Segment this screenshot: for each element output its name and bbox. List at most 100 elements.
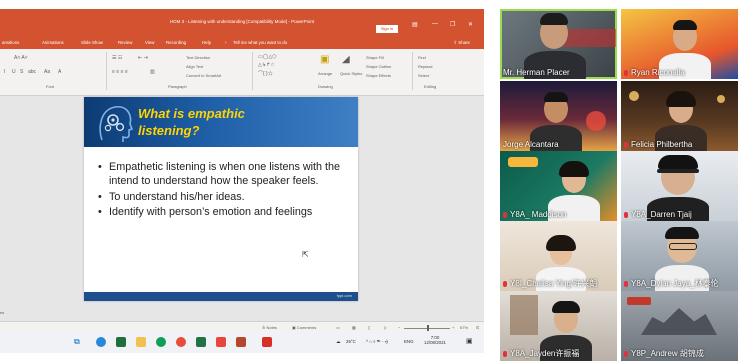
- arrange-icon[interactable]: ▣: [320, 54, 329, 65]
- tab-recording[interactable]: Recording: [166, 40, 186, 45]
- muted-mic-icon: [624, 350, 628, 357]
- slideshow-view-icon[interactable]: ▷: [384, 325, 387, 330]
- notes-button[interactable]: ≙ Notes: [262, 325, 277, 330]
- muted-mic-icon: [503, 280, 507, 287]
- find-button[interactable]: Find: [418, 55, 426, 60]
- tab-animations[interactable]: Animations: [42, 40, 64, 45]
- app-icon[interactable]: [216, 337, 226, 347]
- minimize-icon[interactable]: —: [432, 21, 438, 27]
- participant-tile[interactable]: Y8I_Chalisa Ying/许兴朗: [500, 221, 617, 291]
- bullets-icon[interactable]: ☰ ☷: [112, 55, 122, 61]
- font-color-icon[interactable]: A: [58, 69, 61, 75]
- align-icons[interactable]: ≡ ≡ ≡ ≡: [112, 69, 128, 75]
- participant-tile[interactable]: Ryan Riconalla: [621, 9, 738, 79]
- ribbon-divider: [106, 52, 107, 90]
- participant-name: Mr. Herman Placer: [503, 68, 570, 77]
- participant-hair: [544, 92, 568, 102]
- participant-name-label: Felicia Philbertha: [624, 140, 692, 149]
- maximize-icon[interactable]: ❐: [450, 21, 455, 28]
- share-button[interactable]: ⇪ Share: [453, 40, 470, 46]
- strikethrough-icon[interactable]: S: [20, 69, 23, 75]
- zoom-out-button[interactable]: −: [398, 325, 400, 330]
- shape-outline-button[interactable]: Shape Outline: [366, 64, 391, 69]
- shapes-gallery-icon[interactable]: △↳↱☆: [258, 62, 275, 68]
- firefox-icon[interactable]: [176, 337, 186, 347]
- ribbon-divider: [412, 52, 413, 90]
- chrome-icon[interactable]: [156, 337, 166, 347]
- muted-mic-icon: [624, 280, 628, 287]
- ribbon-display-icon[interactable]: ▤: [412, 21, 418, 28]
- app-icon[interactable]: [116, 337, 126, 347]
- quick-styles-icon[interactable]: ◢: [342, 54, 350, 65]
- slide-sorter-icon[interactable]: ▦: [352, 325, 356, 330]
- indent-icon[interactable]: ⇤ ⇥: [138, 55, 148, 61]
- participant-tile[interactable]: Mr. Herman Placer: [500, 9, 617, 79]
- excel-icon[interactable]: [196, 337, 206, 347]
- notification-icon[interactable]: ▣: [466, 337, 473, 345]
- lantern-decoration: [586, 111, 606, 131]
- text-direction-button[interactable]: Text Direction: [186, 55, 210, 60]
- normal-view-icon[interactable]: ▭: [336, 325, 340, 330]
- tell-me-box[interactable]: Tell me what you want to do: [233, 40, 287, 45]
- comments-button[interactable]: ▣ Comments: [292, 325, 316, 330]
- participant-tile[interactable]: Y8A_Jayden许振福: [500, 291, 617, 361]
- clock-date: 12/08/2021: [424, 340, 446, 345]
- language-indicator[interactable]: ENG: [404, 339, 414, 344]
- participant-hair: [540, 13, 568, 25]
- tab-view[interactable]: View: [145, 40, 154, 45]
- underline-icon[interactable]: U: [12, 69, 16, 75]
- quick-styles-button[interactable]: Quick Styles: [340, 71, 362, 76]
- zoom-slider-handle[interactable]: [427, 325, 429, 331]
- participant-hair: [666, 91, 696, 107]
- file-explorer-icon[interactable]: [136, 337, 146, 347]
- select-button[interactable]: Select: [418, 73, 429, 78]
- zoom-in-button[interactable]: +: [452, 325, 454, 330]
- shapes-gallery-icon[interactable]: ▭◯△⬡: [258, 54, 277, 60]
- tab-slide-show[interactable]: Slide Show: [81, 40, 103, 45]
- shape-effects-button[interactable]: Shape Effects: [366, 73, 391, 78]
- close-icon[interactable]: ✕: [468, 21, 473, 28]
- slide-canvas[interactable]: What is empathic listening? Empathetic l…: [84, 97, 358, 301]
- edge-browser-icon[interactable]: [96, 337, 106, 347]
- tray-icons[interactable]: ^ ⌂ ⌕ ☁ ⌁ ◂): [366, 339, 388, 344]
- arrange-button[interactable]: Arrange: [318, 71, 332, 76]
- columns-icon[interactable]: ▥: [150, 69, 155, 75]
- zoom-level[interactable]: 67%: [460, 325, 468, 330]
- convert-smartart-button[interactable]: Convert to SmartArt: [186, 73, 221, 78]
- clock[interactable]: 7:00 12/08/2021: [424, 335, 446, 345]
- bullet-item: Identify with person’s emotion and feeli…: [98, 206, 348, 220]
- bold-icon[interactable]: I: [4, 69, 5, 75]
- pdf-reader-icon[interactable]: [262, 337, 272, 347]
- sign-in-button[interactable]: Sign in: [376, 25, 398, 33]
- tab-transitions[interactable]: ansitions: [2, 40, 19, 45]
- participant-hair: [559, 161, 589, 177]
- participant-tile[interactable]: Felicia Philbertha: [621, 81, 738, 151]
- participant-tile[interactable]: Y8P_Andrew 胡锦成: [621, 291, 738, 361]
- char-spacing-icon[interactable]: abc: [28, 69, 36, 75]
- task-view-icon[interactable]: ⧉: [74, 337, 84, 347]
- shapes-gallery-icon[interactable]: ⌒{ }☆: [258, 70, 273, 77]
- font-size-icon[interactable]: A˄ A˅: [14, 55, 28, 61]
- shape-fill-button[interactable]: Shape Fill: [366, 55, 384, 60]
- bullet-item: Empathetic listening is when one listens…: [98, 161, 348, 189]
- participant-name-label: Jorge Alcantara: [503, 140, 559, 149]
- tab-help[interactable]: Help: [202, 40, 211, 45]
- participant-name: Y8A_Jayden许振福: [510, 349, 580, 358]
- temperature[interactable]: 26°C: [346, 339, 356, 344]
- weather-icon[interactable]: ☁: [336, 339, 340, 345]
- tab-review[interactable]: Review: [118, 40, 132, 45]
- ribbon: A˄ A˅ I U S abc Aa A Font ☰ ☷ ⇤ ⇥ ≡ ≡ ≡ …: [0, 49, 484, 96]
- participant-tile[interactable]: Y8A_ Maddison: [500, 151, 617, 221]
- replace-button[interactable]: Replace: [418, 64, 433, 69]
- reading-view-icon[interactable]: ▯: [368, 325, 370, 330]
- participant-tile[interactable]: Jorge Alcantara: [500, 81, 617, 151]
- change-case-icon[interactable]: Aa: [44, 69, 50, 75]
- participant-tile[interactable]: Y8A_Darren Tjaij: [621, 151, 738, 221]
- participant-name: Ryan Riconalla: [631, 68, 685, 77]
- fit-slide-icon[interactable]: ⊡: [476, 325, 479, 330]
- participant-name-label: Y8A_Darren Tjaij: [624, 210, 692, 219]
- powerpoint-icon[interactable]: [236, 337, 246, 347]
- participant-tile[interactable]: Y8A_Dylan Jaya_林泰伦: [621, 221, 738, 291]
- bullet-item: To understand his/her ideas.: [98, 191, 348, 205]
- align-text-button[interactable]: Align Text: [186, 64, 203, 69]
